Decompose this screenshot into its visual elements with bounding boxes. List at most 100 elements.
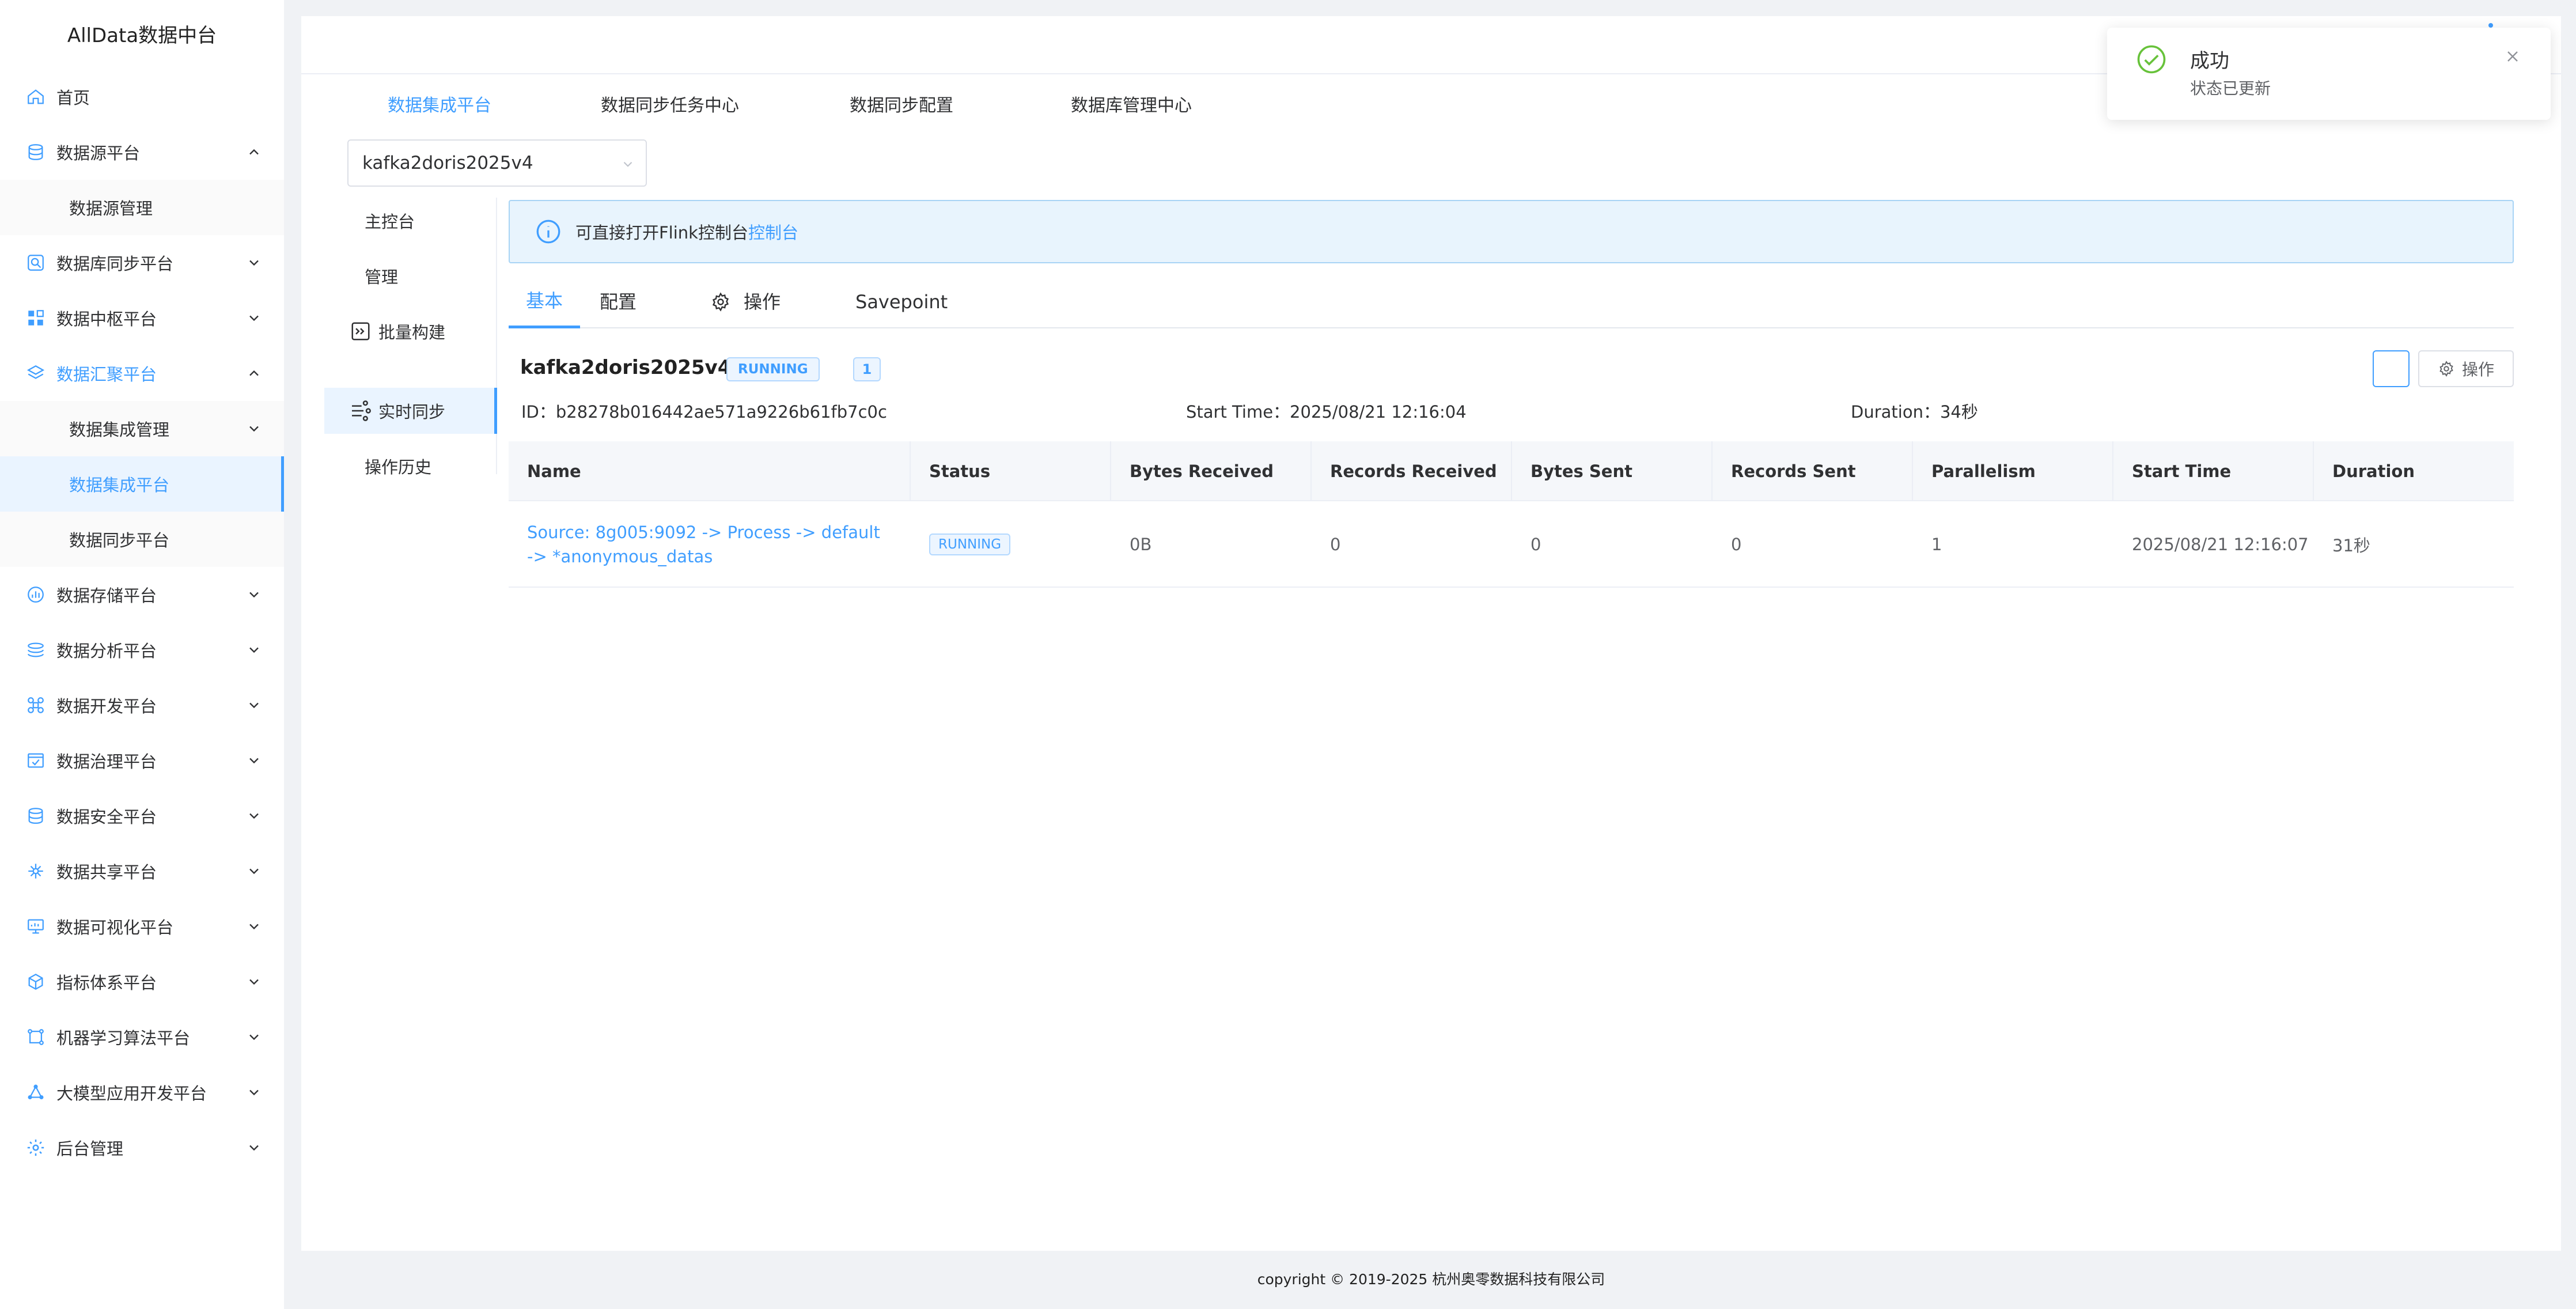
sidebar-item-label: 数据汇聚平台 — [56, 365, 157, 384]
job-id-label: ID： — [521, 402, 556, 422]
bytes-received-cell: 0B — [1130, 535, 1152, 554]
sidebar-item-label: 数据安全平台 — [56, 807, 157, 827]
sidebar-item-hub[interactable]: 数据中枢平台 — [0, 290, 284, 346]
sidebar-item-admin[interactable]: 后台管理 — [0, 1120, 284, 1175]
sidebar: AllData数据中台 首页 数据源平台 数据源管理 数据库同步平台 数据中枢平… — [0, 0, 284, 1309]
layers-icon — [25, 363, 46, 384]
sidebar-item-label: 数据中枢平台 — [56, 309, 157, 329]
llm-icon — [25, 1082, 46, 1103]
chevron-down-icon — [249, 315, 259, 321]
storage-icon — [25, 584, 46, 605]
records-received-cell: 0 — [1330, 535, 1341, 554]
governance-icon — [25, 750, 46, 771]
sidebar-item-label: 数据分析平台 — [56, 641, 157, 661]
admin-icon — [25, 1137, 46, 1158]
vertex-name-link[interactable]: Source: 8g005:9092 -> Process -> default… — [509, 501, 911, 588]
app-logo-title: AllData数据中台 — [67, 24, 217, 47]
sidebar-item-home[interactable]: 首页 — [0, 69, 284, 124]
column-header: Status — [911, 441, 1111, 501]
bytes-sent-cell: 0 — [1531, 535, 1541, 554]
sidebar-subitem-integration-platform[interactable]: 数据集成平台 — [0, 456, 284, 512]
close-icon[interactable] — [2503, 47, 2522, 66]
operation-button[interactable]: 操作 — [2418, 350, 2514, 387]
grid-icon — [25, 308, 46, 328]
sidebar-item-llm[interactable]: 大模型应用开发平台 — [0, 1065, 284, 1120]
sidebar-item-label: 数据源管理 — [69, 199, 153, 218]
sidebar-item-label: 数据可视化平台 — [56, 918, 174, 937]
sidebar-item-metrics[interactable]: 指标体系平台 — [0, 954, 284, 1009]
sidebar-item-label: 数据治理平台 — [56, 752, 157, 771]
chevron-down-icon — [249, 924, 259, 930]
sidebar-item-visualization[interactable]: 数据可视化平台 — [0, 899, 284, 954]
sidebar-item-share[interactable]: 数据共享平台 — [0, 843, 284, 899]
command-icon — [25, 695, 46, 716]
sidebar-item-db-sync[interactable]: 数据库同步平台 — [0, 235, 284, 290]
sidebar-item-label: 数据库同步平台 — [56, 254, 174, 274]
chevron-down-icon — [249, 1034, 259, 1041]
vertex-status-tag: RUNNING — [929, 534, 1011, 555]
share-icon — [25, 861, 46, 882]
operation-button-label: 操作 — [2461, 361, 2494, 379]
job-id: ID：b28278b016442ae571a9226b61fb7c0c — [521, 399, 887, 423]
success-check-icon — [2137, 45, 2166, 74]
job-name: kafka2doris2025v4 — [520, 356, 732, 379]
job-duration: Duration：34秒 — [1851, 399, 1978, 423]
cube-icon — [25, 971, 46, 992]
monitor-icon — [25, 916, 46, 937]
sidebar-subitem-sync-platform[interactable]: 数据同步平台 — [0, 512, 284, 567]
sidebar-item-governance[interactable]: 数据治理平台 — [0, 733, 284, 788]
column-header: Duration — [2332, 461, 2415, 481]
job-start-time: Start Time：2025/08/21 12:16:04 — [1186, 399, 1467, 423]
footer-copyright: copyright © 2019-2025 杭州奥零数据科技有限公司 — [1257, 1271, 1605, 1288]
column-header: Start Time — [2113, 441, 2314, 501]
column-header: Bytes Received — [1111, 441, 1312, 501]
table-row[interactable]: Source: 8g005:9092 -> Process -> default… — [509, 501, 2514, 588]
toast-message: 状态已更新 — [2190, 79, 2271, 98]
sidebar-item-ml[interactable]: 机器学习算法平台 — [0, 1009, 284, 1065]
column-header: Records Sent — [1713, 441, 1913, 501]
job-count-badge: 1 — [853, 357, 881, 381]
sidebar-item-security[interactable]: 数据安全平台 — [0, 788, 284, 843]
db-sync-icon — [25, 252, 46, 273]
sidebar-item-develop[interactable]: 数据开发平台 — [0, 678, 284, 733]
job-duration-value: 34秒 — [1939, 402, 1978, 422]
sidebar-item-storage[interactable]: 数据存储平台 — [0, 567, 284, 622]
column-header: Name — [509, 441, 911, 501]
sidebar-item-label: 首页 — [56, 88, 90, 108]
chevron-up-icon — [249, 149, 259, 155]
sidebar-item-label: 数据开发平台 — [56, 697, 157, 716]
ml-icon — [25, 1027, 46, 1047]
chevron-down-icon — [249, 592, 259, 598]
vertex-table: Name Status Bytes Received Records Recei… — [509, 441, 2514, 588]
sidebar-item-label: 大模型应用开发平台 — [56, 1084, 207, 1103]
sidebar-item-aggregation[interactable]: 数据汇聚平台 — [0, 346, 284, 401]
column-header: Parallelism — [1913, 441, 2113, 501]
sidebar-item-label: 后台管理 — [56, 1139, 124, 1159]
gear-icon — [2439, 361, 2453, 377]
security-icon — [25, 805, 46, 826]
table-header: Name Status Bytes Received Records Recei… — [509, 441, 2514, 501]
sidebar-subitem-integration-manage[interactable]: 数据集成管理 — [0, 401, 284, 456]
sidebar-item-datasource[interactable]: 数据源平台 — [0, 124, 284, 180]
database-icon — [25, 142, 46, 162]
sidebar-item-label: 数据共享平台 — [56, 862, 157, 882]
job-detail: kafka2doris2025v4 RUNNING 1 操作 ID：b28278… — [301, 16, 2561, 1251]
parallelism-cell: 1 — [1931, 535, 1942, 554]
toast-title: 成功 — [2190, 50, 2229, 73]
chevron-down-icon — [249, 868, 259, 875]
job-start-value: 2025/08/21 12:16:04 — [1290, 402, 1467, 422]
sidebar-item-label: 数据存储平台 — [56, 586, 157, 606]
chevron-up-icon — [249, 370, 259, 376]
success-toast: 成功 状态已更新 — [2107, 28, 2551, 120]
blank-action-button[interactable] — [2373, 350, 2410, 387]
chevron-down-icon — [249, 1089, 259, 1096]
sidebar-item-label: 数据同步平台 — [69, 531, 170, 550]
records-sent-cell: 0 — [1731, 535, 1742, 554]
job-status-badge: RUNNING — [726, 357, 820, 381]
chevron-down-icon — [249, 1145, 259, 1151]
job-duration-label: Duration： — [1851, 402, 1940, 422]
sidebar-subitem-datasource-manage[interactable]: 数据源管理 — [0, 180, 284, 235]
sidebar-item-label: 数据集成管理 — [69, 420, 170, 440]
column-header: Records Received — [1312, 441, 1512, 501]
sidebar-item-analysis[interactable]: 数据分析平台 — [0, 622, 284, 678]
